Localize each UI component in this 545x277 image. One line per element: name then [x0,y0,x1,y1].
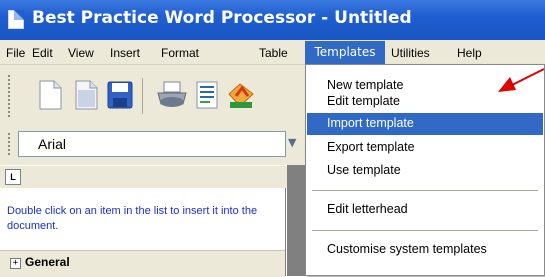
panel-hint: Double click on an item in the list to i… [7,205,258,232]
print-preview-icon[interactable] [194,80,222,110]
menu-table[interactable]: Table [259,44,288,62]
window-title: Best Practice Word Processor - Untitled [32,8,412,28]
menu-format[interactable]: Format [161,44,199,62]
menu-item-import-template[interactable]: Import template [327,116,414,130]
font-name: Arial [38,136,67,152]
document-icon [8,10,24,29]
menu-item-use-template[interactable]: Use template [327,163,401,177]
annotation-arrow-icon [498,68,545,92]
menu-item-edit-letterhead[interactable]: Edit letterhead [327,202,408,216]
toolbar-separator [142,78,143,114]
menu-separator [312,230,538,231]
menu-templates[interactable]: Templates [305,41,385,64]
toolbar-grip[interactable] [8,75,10,119]
print-icon[interactable] [156,80,188,110]
menu-item-new-template[interactable]: New template [327,78,403,92]
expand-icon[interactable]: + [10,258,21,269]
menu-edit[interactable]: Edit [32,44,53,62]
format-toolbar-grip[interactable] [8,133,10,157]
open-document-icon[interactable] [72,80,100,110]
menu-separator [312,190,538,191]
spellcheck-icon[interactable] [226,80,256,110]
chevron-down-icon[interactable]: ▼ [288,136,296,149]
menu-item-export-template[interactable]: Export template [327,140,415,154]
panel-l-button[interactable]: L [5,169,21,185]
new-document-icon[interactable] [36,80,64,110]
save-icon[interactable] [106,80,134,110]
menu-help[interactable]: Help [457,44,482,62]
menu-file[interactable]: File [6,44,25,62]
menu-item-edit-template[interactable]: Edit template [327,94,400,108]
panel-header [0,165,287,188]
tree-item-general[interactable]: General [25,255,70,269]
menu-insert[interactable]: Insert [110,44,140,62]
menu-utilities[interactable]: Utilities [391,44,430,62]
menu-item-customise-system-templates[interactable]: Customise system templates [327,242,487,256]
menu-view[interactable]: View [68,44,94,62]
